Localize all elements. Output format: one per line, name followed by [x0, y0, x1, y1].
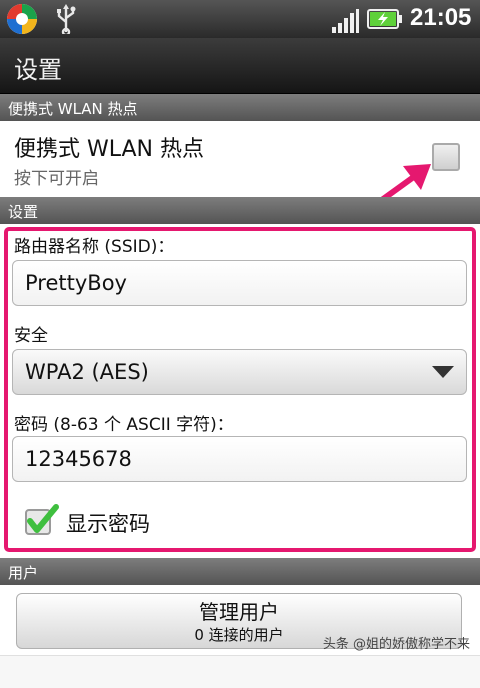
status-clock: 21:05 [410, 4, 472, 31]
battery-charging-icon [367, 9, 402, 29]
hotspot-subtitle: 按下可开启 [14, 169, 99, 189]
page-title: 设置 [14, 56, 62, 84]
section-header-settings: 设置 [0, 197, 480, 224]
status-bar: 21:05 [0, 0, 480, 38]
hotspot-title: 便携式 WLAN 热点 [14, 137, 205, 162]
signal-strength-icon [332, 9, 359, 33]
bottom-bar [0, 655, 480, 688]
app-logo-icon [7, 4, 37, 34]
usb-icon [57, 4, 76, 34]
title-bar: 设置 [0, 38, 480, 94]
section-header-users: 用户 [0, 558, 480, 585]
section-header-hotspot: 便携式 WLAN 热点 [0, 94, 480, 121]
watermark: 头条 @姐的娇傲称学不来 [322, 637, 470, 652]
manage-users-title: 管理用户 [199, 600, 279, 624]
hotspot-checkbox[interactable] [432, 143, 460, 171]
highlight-frame [4, 227, 476, 552]
